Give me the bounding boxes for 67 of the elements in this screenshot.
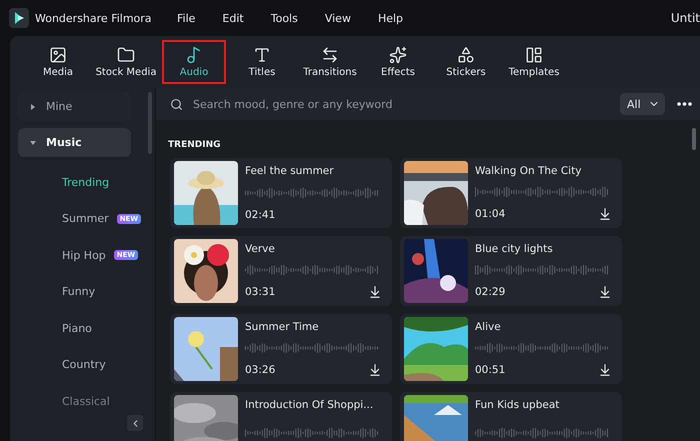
track-title: Blue city lights — [475, 243, 554, 255]
search-icon — [170, 98, 183, 110]
track-duration: 00:51 — [475, 364, 506, 376]
caret-down-icon — [30, 140, 36, 146]
track-title: Alive — [475, 321, 502, 333]
app-logo-icon — [9, 8, 29, 28]
category-item[interactable]: Music — [18, 128, 131, 157]
toolbar-tab[interactable]: Stickers — [434, 40, 498, 84]
toolbar-tab[interactable]: Effects — [366, 40, 430, 84]
app-name: Wondershare Filmora — [35, 12, 153, 24]
track-card[interactable]: Fun Kids upbeat — [400, 392, 622, 441]
track-card[interactable]: Summer Time 03:26 — [170, 314, 392, 384]
track-title: Introduction Of Shoppi... — [245, 399, 374, 411]
menu-item[interactable]: View — [324, 12, 351, 24]
collapse-button[interactable] — [127, 415, 143, 431]
subcategory-item[interactable]: Classical — [18, 383, 116, 420]
section-title: TRENDING — [167, 139, 220, 152]
track-card[interactable]: Walking On The City 01:04 — [400, 158, 622, 228]
document-title: Untit — [670, 11, 700, 25]
toolbar-tab[interactable]: Titles — [230, 40, 294, 84]
track-duration: 03:26 — [245, 364, 276, 376]
download-button[interactable] — [598, 363, 612, 377]
search-input[interactable]: Search mood, genre or any keyword — [191, 96, 612, 112]
filter-dropdown[interactable]: All — [620, 93, 665, 115]
track-title: Walking On The City — [475, 165, 582, 177]
track-title: Verve — [245, 243, 276, 255]
layout-icon — [525, 46, 543, 64]
toolbar-tab[interactable]: Transitions — [298, 40, 362, 84]
track-duration: 02:29 — [475, 286, 506, 298]
track-card[interactable]: Blue city lights 02:29 — [400, 236, 622, 306]
menu-item[interactable]: Help — [378, 12, 404, 24]
subcategory-item[interactable]: Trending — [18, 164, 116, 200]
download-button[interactable] — [368, 363, 382, 377]
caret-right-icon — [30, 104, 36, 110]
track-duration: 01:04 — [475, 208, 506, 220]
track-duration: 03:31 — [245, 286, 276, 298]
track-card[interactable]: Verve 03:31 — [170, 236, 392, 306]
subcategory-item[interactable]: Piano — [18, 310, 98, 346]
track-card[interactable]: Introduction Of Shoppi... — [170, 392, 392, 441]
image-icon — [49, 46, 67, 64]
toolbar-tab[interactable]: Templates — [502, 40, 566, 84]
subcategory-item[interactable]: Country — [18, 346, 112, 383]
track-title: Summer Time — [245, 321, 320, 333]
track-title: Fun Kids upbeat — [475, 399, 560, 411]
toolbar-tab[interactable]: Stock Media — [94, 40, 158, 84]
category-item[interactable]: Mine — [18, 92, 131, 121]
track-title: Feel the summer — [245, 165, 335, 177]
track-duration: 02:41 — [245, 209, 276, 221]
toolbar-tab[interactable]: Media — [26, 40, 90, 84]
shapes-icon — [457, 46, 475, 64]
menu-item[interactable]: Tools — [270, 12, 298, 24]
menu-item[interactable]: Edit — [222, 12, 244, 24]
track-card[interactable]: Feel the summer 02:41 — [170, 158, 392, 228]
download-button[interactable] — [598, 285, 612, 299]
more-icon — [677, 102, 692, 106]
music-note-icon — [185, 46, 203, 64]
download-button[interactable] — [598, 207, 612, 221]
sparkles-icon — [389, 46, 407, 64]
menu-item[interactable]: File — [177, 12, 196, 24]
download-button[interactable] — [368, 285, 382, 299]
folder-icon — [117, 46, 135, 64]
arrows-icon — [321, 46, 339, 64]
letter-t-icon — [253, 46, 271, 64]
scrollbar[interactable] — [692, 128, 696, 150]
toolbar-tab[interactable]: Audio — [162, 40, 226, 84]
track-card[interactable]: Alive 00:51 — [400, 314, 622, 384]
subcategory-item[interactable]: Funny — [18, 274, 102, 310]
